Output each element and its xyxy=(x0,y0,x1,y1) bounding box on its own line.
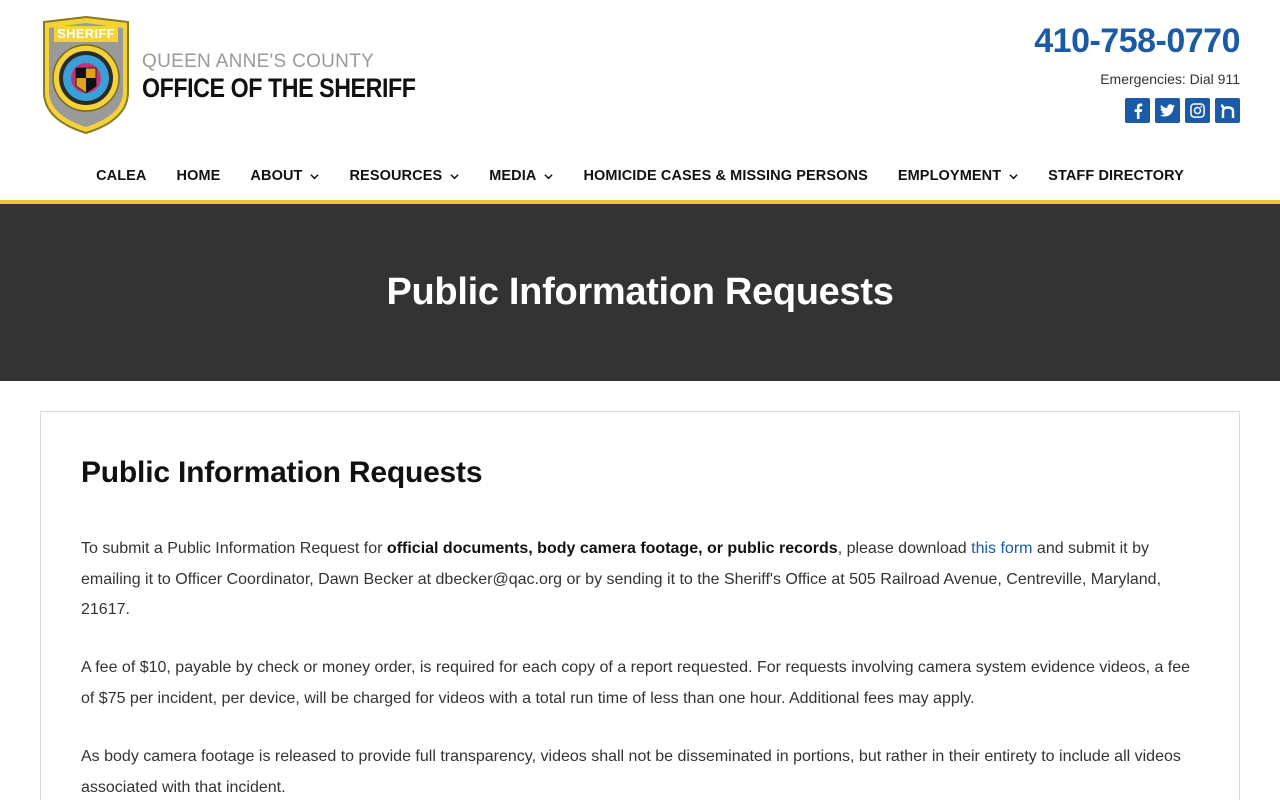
chevron-down-icon xyxy=(450,173,459,179)
nav-item-label: ABOUT xyxy=(250,168,303,184)
p1-text-before: To submit a Public Information Request f… xyxy=(81,540,387,557)
nav-item-label: STAFF DIRECTORY xyxy=(1048,168,1184,184)
content-card: Public Information Requests To submit a … xyxy=(40,411,1240,800)
nav-item-employment[interactable]: EMPLOYMENT xyxy=(898,168,1018,184)
nav-item-media[interactable]: MEDIA xyxy=(489,168,554,184)
emergency-text: Emergencies: Dial 911 xyxy=(1100,71,1240,87)
sheriff-badge-logo[interactable]: SHERIFF xyxy=(40,15,132,135)
chevron-down-icon xyxy=(1009,173,1018,179)
nav-item-label: CALEA xyxy=(96,168,147,184)
org-name[interactable]: QUEEN ANNE'S COUNTY OFFICE OF THE SHERIF… xyxy=(142,52,460,104)
chevron-down-icon xyxy=(544,173,554,179)
nav-item-label: RESOURCES xyxy=(349,168,443,184)
facebook-icon[interactable] xyxy=(1125,98,1150,123)
p1-text-middle: , please download xyxy=(837,540,972,557)
p1-bold-text: official documents, body camera footage,… xyxy=(386,540,838,557)
nav-item-homicide-cases-missing-persons[interactable]: HOMICIDE CASES & MISSING PERSONS xyxy=(583,168,867,184)
logo-badge-text: SHERIFF xyxy=(57,26,115,41)
nav-item-home[interactable]: HOME xyxy=(177,168,221,184)
nav-item-calea[interactable]: CALEA xyxy=(96,168,146,184)
nav-item-label: HOMICIDE CASES & MISSING PERSONS xyxy=(583,168,868,184)
org-county: QUEEN ANNE'S COUNTY xyxy=(142,51,375,72)
body-camera-paragraph: As body camera footage is released to pr… xyxy=(81,748,1181,796)
content-heading: Public Information Requests xyxy=(81,456,483,489)
page-hero: Public Information Requests xyxy=(0,204,1280,381)
twitter-icon[interactable] xyxy=(1155,98,1180,123)
hero-title: Public Information Requests xyxy=(386,271,894,313)
phone-number[interactable]: 410-758-0770 xyxy=(1034,22,1240,61)
fee-paragraph: A fee of $10, payable by check or money … xyxy=(81,659,1191,707)
nextdoor-icon[interactable] xyxy=(1215,98,1240,123)
nav-item-label: HOME xyxy=(176,168,221,184)
request-instructions-paragraph: To submit a Public Information Request f… xyxy=(81,534,1201,626)
nav-item-label: MEDIA xyxy=(489,168,537,184)
site-header: SHERIFF QUEEN ANNE'S COUNTY OFFICE OF TH… xyxy=(0,0,1280,150)
nav-item-resources[interactable]: RESOURCES xyxy=(349,168,459,184)
social-links xyxy=(1125,98,1240,123)
org-office: OFFICE OF THE SHERIFF xyxy=(142,73,416,103)
chevron-down-icon xyxy=(310,173,320,179)
download-form-link[interactable]: this form xyxy=(971,540,1032,557)
nav-item-label: EMPLOYMENT xyxy=(897,168,1002,184)
instagram-icon[interactable] xyxy=(1185,98,1210,123)
nav-item-staff-directory[interactable]: STAFF DIRECTORY xyxy=(1048,168,1184,184)
nav-item-about[interactable]: ABOUT xyxy=(250,168,320,184)
main-nav: CALEA HOME ABOUT RESOURCES MEDIA HOMICIDE CAS… xyxy=(0,150,1280,202)
